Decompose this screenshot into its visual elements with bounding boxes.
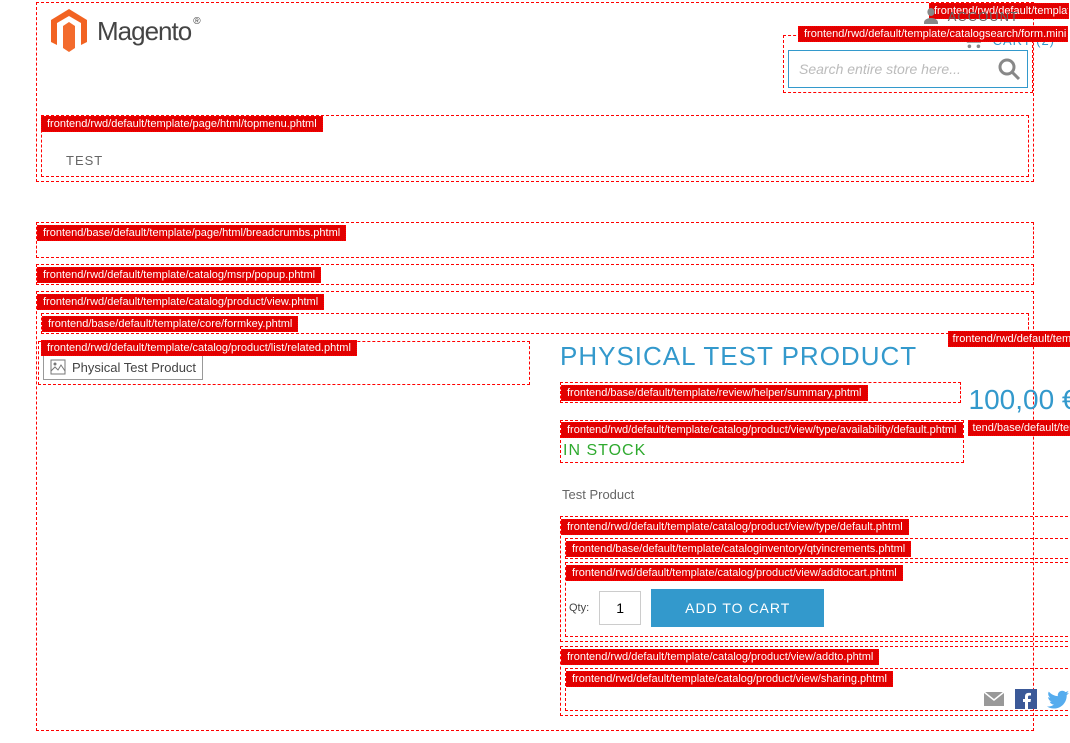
qty-label: Qty: — [569, 602, 589, 614]
main-content: frontend/base/default/template/page/html… — [36, 222, 1034, 731]
template-hint-related: frontend/rwd/default/template/catalog/pr… — [41, 340, 357, 356]
template-hint-breadcrumbs: frontend/base/default/template/page/html… — [37, 225, 346, 241]
template-hint-price-right: frontend/rwd/default/temp — [948, 331, 1070, 347]
add-to-cart-button[interactable]: ADD TO CART — [651, 589, 824, 627]
formkey-block: frontend/base/default/template/core/form… — [41, 313, 1029, 334]
qty-input[interactable] — [599, 591, 641, 625]
product-image[interactable]: Physical Test Product — [43, 354, 203, 380]
email-icon[interactable] — [983, 689, 1005, 709]
facebook-icon[interactable] — [1015, 689, 1037, 709]
topmenu: frontend/rwd/default/template/page/html/… — [41, 115, 1029, 177]
template-hint-typedefault: frontend/rwd/default/template/catalog/pr… — [561, 519, 909, 535]
magento-logo-icon — [49, 9, 89, 53]
type-default-block: frontend/rwd/default/template/catalog/pr… — [560, 516, 1070, 642]
account-label: ACCOUNT — [948, 9, 1019, 24]
addto-block: frontend/rwd/default/template/catalog/pr… — [560, 646, 1070, 716]
template-hint-review: frontend/base/default/template/review/he… — [561, 385, 868, 401]
template-hint-msrp: frontend/rwd/default/template/catalog/ms… — [37, 267, 321, 283]
template-hint-pricetpl: tend/base/default/temp — [968, 420, 1070, 436]
search-input[interactable] — [788, 50, 1028, 88]
page-header: frontend/rwd/default/template Magento® A… — [36, 2, 1034, 182]
template-hint-addtocart: frontend/rwd/default/template/catalog/pr… — [566, 565, 903, 581]
product-view-block: frontend/rwd/default/template/catalog/pr… — [36, 291, 1034, 731]
template-hint-sharing: frontend/rwd/default/template/catalog/pr… — [566, 671, 893, 687]
product-short-description: Test Product — [562, 487, 1070, 502]
qtyincrements-block: frontend/base/default/template/catalogin… — [565, 538, 1070, 559]
user-icon — [922, 7, 940, 25]
sharing-block: frontend/rwd/default/template/catalog/pr… — [565, 668, 1070, 711]
review-summary-block: frontend/base/default/template/review/he… — [560, 382, 961, 403]
template-hint-productview: frontend/rwd/default/template/catalog/pr… — [37, 294, 324, 310]
availability-block: frontend/rwd/default/template/catalog/pr… — [560, 420, 964, 463]
stock-status: IN STOCK — [561, 438, 963, 462]
logo-text: Magento® — [97, 16, 200, 47]
broken-image-icon — [50, 359, 66, 375]
template-hint-formkey: frontend/base/default/template/core/form… — [42, 316, 298, 332]
search-icon[interactable] — [996, 56, 1022, 82]
product-image-alt: Physical Test Product — [72, 360, 196, 375]
template-hint-search: frontend/rwd/default/template/catalogsea… — [798, 26, 1068, 42]
product-price: 100,00 € — [969, 384, 1070, 416]
twitter-icon[interactable] — [1047, 689, 1069, 709]
msrp-block: frontend/rwd/default/template/catalog/ms… — [36, 264, 1034, 285]
addtocart-block: frontend/rwd/default/template/catalog/pr… — [565, 562, 1070, 637]
account-link[interactable]: ACCOUNT — [922, 7, 1019, 25]
breadcrumbs-block: frontend/base/default/template/page/html… — [36, 222, 1034, 258]
template-hint-availability: frontend/rwd/default/template/catalog/pr… — [561, 422, 963, 438]
template-hint-addto: frontend/rwd/default/template/catalog/pr… — [561, 649, 879, 665]
product-title: PHYSICAL TEST PRODUCT — [560, 341, 917, 372]
search-block: frontend/rwd/default/template/catalogsea… — [783, 35, 1033, 93]
template-hint-topmenu: frontend/rwd/default/template/page/html/… — [41, 116, 323, 132]
template-hint-qtyincrements: frontend/base/default/template/catalogin… — [566, 541, 911, 557]
topmenu-item-test[interactable]: TEST — [42, 133, 127, 176]
